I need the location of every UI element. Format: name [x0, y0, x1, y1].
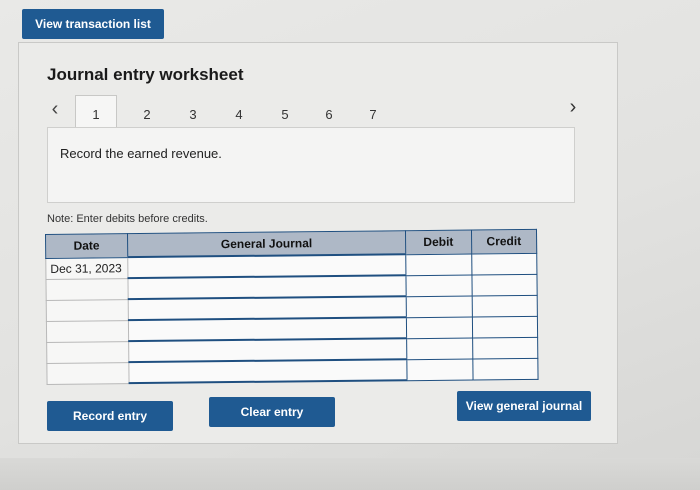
- worksheet-title: Journal entry worksheet: [47, 65, 244, 84]
- credit-cell[interactable]: [472, 357, 539, 380]
- tab-2[interactable]: 2: [127, 97, 167, 131]
- view-general-journal-button[interactable]: View general journal: [457, 391, 591, 421]
- instruction-text: Record the earned revenue.: [60, 146, 222, 161]
- date-cell[interactable]: [46, 362, 129, 384]
- tab-3[interactable]: 3: [173, 97, 213, 131]
- account-cell[interactable]: [128, 296, 407, 321]
- credit-cell[interactable]: [471, 273, 538, 296]
- chevron-left-icon[interactable]: ‹: [45, 95, 65, 123]
- journal-table: Date General Journal Debit Credit Dec 31…: [45, 229, 539, 385]
- tab-6[interactable]: 6: [309, 97, 349, 131]
- general-journal-column-header: General Journal: [127, 230, 406, 258]
- page-bottom-edge: [0, 458, 700, 490]
- table-row: [46, 357, 539, 384]
- debit-column-header: Debit: [405, 230, 472, 255]
- debit-cell[interactable]: [405, 274, 472, 297]
- tab-5[interactable]: 5: [265, 97, 305, 131]
- journal-worksheet-panel: Journal entry worksheet ‹ 1 2 3 4 5 6 7 …: [18, 42, 618, 444]
- date-cell[interactable]: [46, 320, 129, 342]
- date-cell[interactable]: Dec 31, 2023: [45, 257, 128, 279]
- credit-cell[interactable]: [471, 315, 538, 338]
- account-cell[interactable]: [127, 254, 406, 279]
- debit-cell[interactable]: [406, 337, 473, 360]
- tab-4[interactable]: 4: [219, 97, 259, 131]
- account-cell[interactable]: [128, 317, 407, 342]
- account-cell[interactable]: [128, 359, 408, 384]
- account-cell[interactable]: [128, 338, 407, 363]
- date-cell[interactable]: [46, 341, 129, 363]
- tab-7[interactable]: 7: [353, 97, 393, 131]
- record-entry-button[interactable]: Record entry: [47, 401, 173, 431]
- debit-cell[interactable]: [405, 253, 472, 276]
- date-cell[interactable]: [46, 299, 129, 321]
- credit-column-header: Credit: [470, 229, 537, 254]
- debit-cell[interactable]: [406, 358, 473, 381]
- view-transaction-list-button[interactable]: View transaction list: [22, 9, 164, 39]
- chevron-right-icon[interactable]: ›: [563, 93, 583, 121]
- credit-cell[interactable]: [471, 252, 537, 275]
- clear-entry-button[interactable]: Clear entry: [209, 397, 335, 427]
- note-text: Note: Enter debits before credits.: [47, 213, 208, 225]
- credit-cell[interactable]: [471, 294, 538, 317]
- date-column-header: Date: [45, 233, 128, 258]
- date-cell[interactable]: [45, 278, 129, 300]
- debit-cell[interactable]: [406, 295, 472, 318]
- credit-cell[interactable]: [472, 336, 538, 359]
- account-cell[interactable]: [127, 275, 407, 300]
- instruction-box: Record the earned revenue.: [47, 127, 575, 203]
- debit-cell[interactable]: [406, 316, 473, 339]
